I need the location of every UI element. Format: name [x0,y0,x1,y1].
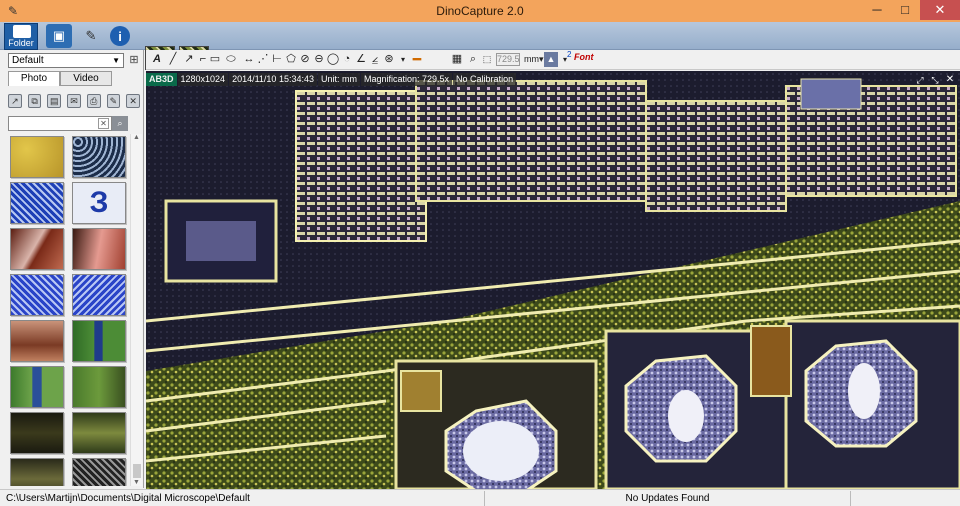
line-tool-icon[interactable]: ╱ [166,52,180,67]
table-icon[interactable]: ▦ [450,52,464,67]
viewer-close-icon[interactable]: ✕ [944,74,956,86]
email-icon[interactable]: ✉ [67,94,81,108]
gallery-thumbnail[interactable] [10,412,64,454]
clear-icon[interactable]: ✕ [98,118,109,129]
photo-gallery: З [8,134,128,486]
chevron-down-icon: ▼ [112,56,120,65]
profile-dropdown[interactable]: Default ▼ [8,53,124,68]
copy-icon[interactable]: ⧉ [27,94,42,108]
unit-readout: Unit: mm [317,73,360,86]
gallery-thumbnail[interactable] [72,412,126,454]
gallery-thumbnail[interactable] [72,320,126,362]
measure-line-icon[interactable]: ↔ [242,52,256,67]
magnification-readout: Magnification: 729.5x [360,73,453,86]
close-button[interactable]: ✕ [920,0,960,20]
viewer-fullscreen-icon[interactable]: ⤢ [914,74,926,86]
main-toolbar: Folder ▣ ✎ i [0,22,960,70]
unit-value: mm [524,54,539,64]
tools-icon[interactable]: ✎ [78,24,104,48]
measure-parallel-icon[interactable]: ⊢ [270,52,284,67]
measure-angle2-icon[interactable]: ⦤ [368,52,382,67]
cursor-icon[interactable]: ▲ [544,52,558,67]
search-input[interactable]: ✕ [8,116,112,131]
timestamp-readout: 2014/11/10 15:34:43 [229,73,317,86]
folder-icon [13,25,31,38]
gallery-thumbnail[interactable] [10,228,64,270]
display-icon[interactable]: ▣ [46,24,72,48]
tab-photo[interactable]: Photo [8,71,60,86]
viewer-restore-icon[interactable]: ⤡ [929,74,941,86]
gallery-thumbnail[interactable] [72,458,126,486]
gallery-thumbnail[interactable] [10,458,64,486]
scroll-thumb[interactable] [133,464,141,478]
window-title: DinoCapture 2.0 [436,4,524,18]
search-button[interactable]: ⌕ [112,116,128,131]
measurement-toolbar: A ╱ ↗ ⌐ ▭ ⬭ ↔ ⋰ ⊢ ⬠ ⊘ ⊖ ◯ ◔ ∠ ⦤ ⊛ ▾ ━ 2 … [146,50,960,70]
text-tool-icon[interactable]: A [150,52,164,67]
gallery-thumbnail[interactable] [10,320,64,362]
open-icon[interactable]: ↗ [8,94,22,108]
gallery-scrollbar[interactable]: ▲ ▼ [130,134,142,486]
gallery-thumbnail[interactable]: З [72,182,126,224]
gallery-thumbnail[interactable] [72,366,126,408]
magnification-field[interactable]: 729.5 [496,53,520,66]
scroll-down-icon[interactable]: ▼ [133,479,140,486]
gallery-thumbnail[interactable] [72,274,126,316]
calibration-readout: No Calibration [453,73,517,86]
gallery-toolbar: ↗ ⧉ ▤ ✉ ⎙ ✎ ✕ [8,94,141,109]
measure-arc-icon[interactable]: ◔ [340,52,354,67]
tab-video[interactable]: Video [60,71,112,86]
measure-polyline-icon[interactable]: ⋰ [256,52,270,67]
unit-dropdown[interactable]: mm▾ [524,53,544,66]
measure-center-icon[interactable]: ⊛ [382,52,396,67]
print-icon[interactable]: ⎙ [86,94,101,108]
gallery-thumbnail[interactable] [10,274,64,316]
live-view[interactable]: AB3D 1280x1024 2014/11/10 15:34:43 Unit:… [146,71,960,489]
rectangle-tool-icon[interactable]: ▭ [208,52,222,67]
arrow-tool-icon[interactable]: ↗ [182,52,196,67]
measure-angle-icon[interactable]: ∠ [354,52,368,67]
folder-button[interactable]: Folder [4,23,38,50]
gallery-thumbnail[interactable] [72,136,126,178]
measure-circle-icon[interactable]: ⊘ [298,52,312,67]
folder-path: C:\Users\Martijn\Documents\Digital Micro… [6,493,250,504]
status-bar: C:\Users\Martijn\Documents\Digital Micro… [0,489,960,506]
gallery-thumbnail[interactable] [10,182,64,224]
camera-badge: AB3D [146,73,177,86]
title-bar: ✎ DinoCapture 2.0 ─ □ ✕ [0,0,960,22]
line-color-icon[interactable]: ━ [410,52,424,67]
media-tabs: Photo Video [8,71,140,86]
measure-diameter-icon[interactable]: ⊖ [312,52,326,67]
microscope-image [146,71,960,489]
more-tools-chevron-icon[interactable]: ▾ [396,52,410,67]
gallery-thumbnail[interactable] [10,136,64,178]
delete-icon[interactable]: ✕ [126,94,141,108]
gallery-thumbnail[interactable] [72,228,126,270]
calibrate-icon[interactable]: ⬚ [480,52,494,67]
status-divider [850,491,851,506]
update-status: No Updates Found [625,493,710,504]
minimize-button[interactable]: ─ [864,0,890,20]
scroll-up-icon[interactable]: ▲ [133,134,140,141]
ellipse-tool-icon[interactable]: ⬭ [224,52,238,67]
edit-icon[interactable]: ✎ [106,94,121,108]
zoom-icon[interactable]: ⌕ [466,52,480,67]
measure-polygon-icon[interactable]: ⬠ [284,52,298,67]
image-info-bar: AB3D 1280x1024 2014/11/10 15:34:43 Unit:… [146,73,517,86]
profile-value: Default [12,55,44,66]
info-icon[interactable]: i [110,26,130,46]
maximize-button[interactable]: □ [892,0,918,20]
cursor-chevron-icon[interactable]: ▾ [558,52,572,67]
gallery-thumbnail[interactable] [10,366,64,408]
font-button[interactable]: Font [574,52,594,62]
save-icon[interactable]: ▤ [47,94,62,108]
measure-radius-icon[interactable]: ◯ [326,52,340,67]
resolution-readout: 1280x1024 [177,73,229,86]
left-panel: Default ▼ ⊞ Photo Video ↗ ⧉ ▤ ✉ ⎙ ✎ ✕ ✕ … [0,50,144,488]
add-icon[interactable]: ⊞ [128,53,140,68]
folder-label: Folder [8,38,34,48]
